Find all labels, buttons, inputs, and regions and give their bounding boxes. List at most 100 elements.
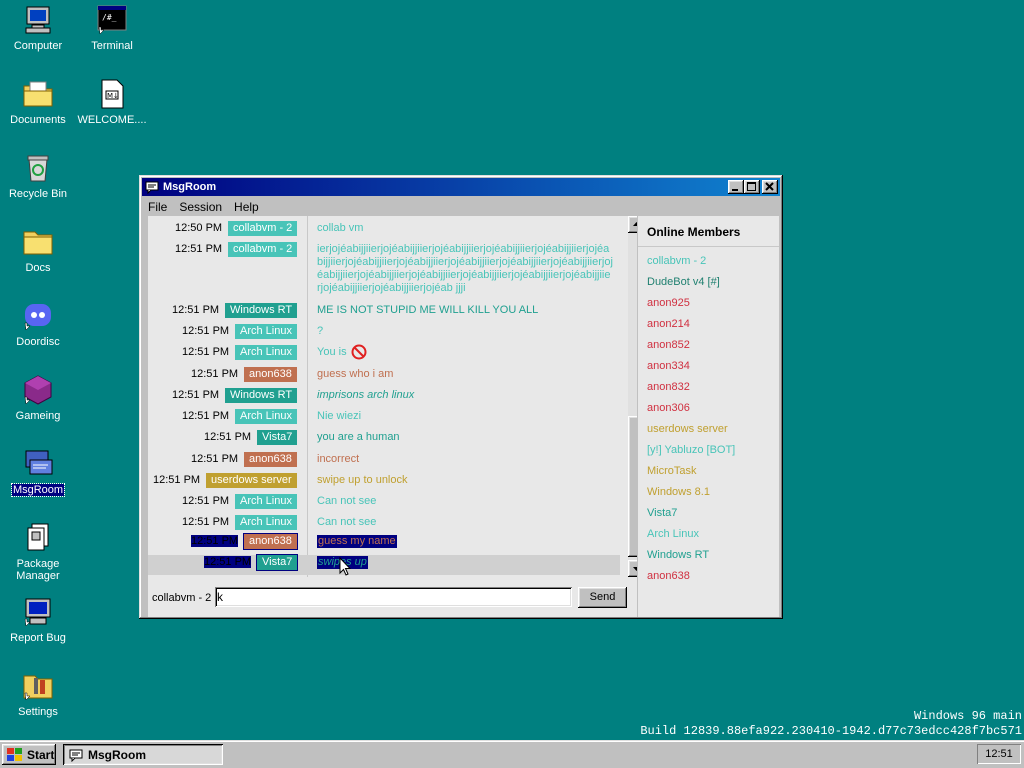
member-item[interactable]: DudeBot v4 [#]	[647, 276, 720, 288]
desktop-icon-package-manager[interactable]: Package Manager	[0, 522, 76, 582]
desktop-icon-welcome[interactable]: M↓ WELCOME....	[74, 78, 150, 126]
member-item[interactable]: userdows server	[647, 423, 728, 435]
desktop-icon-recycle-bin[interactable]: Recycle Bin	[0, 152, 76, 200]
send-button[interactable]: Send	[578, 587, 627, 608]
message-nick[interactable]: anon638	[244, 367, 297, 382]
message-text: Can not see	[317, 516, 377, 528]
message-nick[interactable]: Windows RT	[225, 388, 298, 403]
window-titlebar[interactable]: MsgRoom	[142, 178, 780, 196]
message-time: 12:51 PM	[182, 325, 230, 337]
message-nick[interactable]: Vista7	[257, 430, 298, 445]
member-item[interactable]: anon214	[647, 318, 690, 330]
desktop-icon-label: MsgRoom	[10, 483, 66, 497]
menu-help[interactable]: Help	[228, 200, 265, 214]
member-item[interactable]: anon832	[647, 381, 690, 393]
chevron-down-icon	[633, 567, 637, 571]
member-item[interactable]: Windows RT	[647, 549, 709, 561]
menu-file[interactable]: File	[142, 200, 173, 214]
message-nick[interactable]: Arch Linux	[235, 345, 297, 360]
member-item[interactable]: Windows 8.1	[647, 486, 710, 498]
desktop-icon-gameing[interactable]: Gameing	[0, 374, 76, 422]
message-nick[interactable]: collabvm - 2	[228, 221, 298, 236]
scroll-down-button[interactable]	[628, 560, 637, 577]
desktop-icon-docs[interactable]: Docs	[0, 226, 76, 274]
chat-scrollbar[interactable]	[628, 216, 637, 577]
maximize-icon	[747, 182, 756, 191]
message-text: guess my name	[317, 535, 397, 548]
composer: collabvm - 2 Send	[148, 577, 637, 617]
clock: 12:51	[977, 744, 1021, 764]
message-text: imprisons arch linux	[317, 389, 415, 401]
message-time: 12:51 PM	[182, 410, 230, 422]
member-item[interactable]: Arch Linux	[647, 528, 699, 540]
message-time: 12:51 PM	[191, 368, 239, 380]
desktop-icon-label: Docs	[25, 262, 51, 274]
desktop-icon-terminal[interactable]: /#_ Terminal	[74, 4, 150, 52]
message-time: 12:51 PM	[182, 346, 230, 358]
member-item[interactable]: [y!] Yabluzo [BOT]	[647, 444, 735, 456]
member-item[interactable]: MicroTask	[647, 465, 697, 477]
message-time: 12:51 PM	[191, 453, 239, 465]
minimize-icon	[732, 189, 738, 191]
start-button[interactable]: Start	[2, 744, 56, 765]
message-nick[interactable]: Windows RT	[225, 303, 298, 318]
message-nick[interactable]: userdows server	[206, 473, 297, 488]
chat-message: Vista7 12:51 PM swipes up	[148, 554, 620, 575]
desktop-icon-msgroom[interactable]: MsgRoom	[0, 448, 76, 497]
member-item[interactable]: anon334	[647, 360, 690, 372]
desktop-icon-label: Report Bug	[10, 632, 66, 644]
message-nick[interactable]: Arch Linux	[235, 324, 297, 339]
member-item[interactable]: anon638	[647, 570, 690, 582]
desktop-icon-label: Documents	[10, 114, 66, 126]
menu-session[interactable]: Session	[173, 200, 228, 214]
desktop-icon-report-bug[interactable]: Report Bug	[0, 596, 76, 644]
close-button[interactable]	[762, 180, 778, 194]
message-time: 12:51 PM	[204, 556, 252, 568]
desktop-icon-documents[interactable]: Documents	[0, 78, 76, 126]
message-text: ierjojéabijjiierjojéabijjiierjojéabijjii…	[317, 243, 613, 294]
member-item[interactable]: anon852	[647, 339, 690, 351]
svg-text:/#_: /#_	[102, 13, 117, 22]
scroll-thumb[interactable]	[628, 416, 637, 557]
message-input[interactable]	[215, 587, 572, 607]
desktop-icon-label: Terminal	[91, 40, 133, 52]
message-time: 12:51 PM	[191, 535, 239, 547]
member-item[interactable]: collabvm - 2	[647, 255, 706, 267]
window-title: MsgRoom	[163, 181, 217, 193]
message-nick[interactable]: anon638	[243, 533, 298, 550]
chat-message: anon638 12:51 PM guess my name	[148, 533, 620, 554]
message-nick[interactable]: Arch Linux	[235, 494, 297, 509]
msgroom-icon	[25, 450, 53, 475]
minimize-button[interactable]	[728, 180, 744, 194]
msgroom-window: MsgRoom File Session Help collabvm - 2 12…	[139, 175, 783, 619]
chevron-up-icon	[633, 222, 637, 226]
terminal-icon: /#_	[97, 5, 127, 35]
desktop-icon-doordisc[interactable]: Doordisc	[0, 300, 76, 348]
prohibited-icon	[351, 344, 367, 360]
chat-divider	[307, 216, 308, 577]
message-text: ME IS NOT STUPID ME WILL KILL YOU ALL	[317, 304, 539, 316]
desktop-icon-label: Settings	[18, 706, 58, 718]
member-item[interactable]: anon925	[647, 297, 690, 309]
build-line-1: Windows 96 main	[913, 709, 1022, 723]
message-nick[interactable]: Vista7	[255, 554, 299, 571]
recycle-bin-icon	[27, 155, 49, 182]
member-item[interactable]: anon306	[647, 402, 690, 414]
message-nick[interactable]: anon638	[244, 452, 297, 467]
desktop-icon-computer[interactable]: Computer	[0, 4, 76, 52]
task-msgroom[interactable]: MsgRoom	[63, 744, 223, 765]
maximize-button[interactable]	[744, 180, 760, 194]
message-nick[interactable]: collabvm - 2	[228, 242, 298, 257]
members-panel: Online Members collabvm - 2 DudeBot v4 [#…	[638, 216, 779, 617]
desktop-icon-settings[interactable]: Settings	[0, 670, 76, 718]
desktop-icon-label: Doordisc	[16, 336, 60, 348]
member-item[interactable]: Vista7	[647, 507, 677, 519]
message-nick[interactable]: Arch Linux	[235, 409, 297, 424]
menu-bar: File Session Help	[142, 197, 780, 216]
message-text: ?	[317, 325, 324, 337]
desktop-icon-label: Computer	[13, 40, 63, 52]
scroll-up-button[interactable]	[628, 216, 637, 233]
message-time: 12:51 PM	[182, 495, 230, 507]
message-nick[interactable]: Arch Linux	[235, 515, 297, 530]
members-header: Online Members	[647, 225, 741, 239]
